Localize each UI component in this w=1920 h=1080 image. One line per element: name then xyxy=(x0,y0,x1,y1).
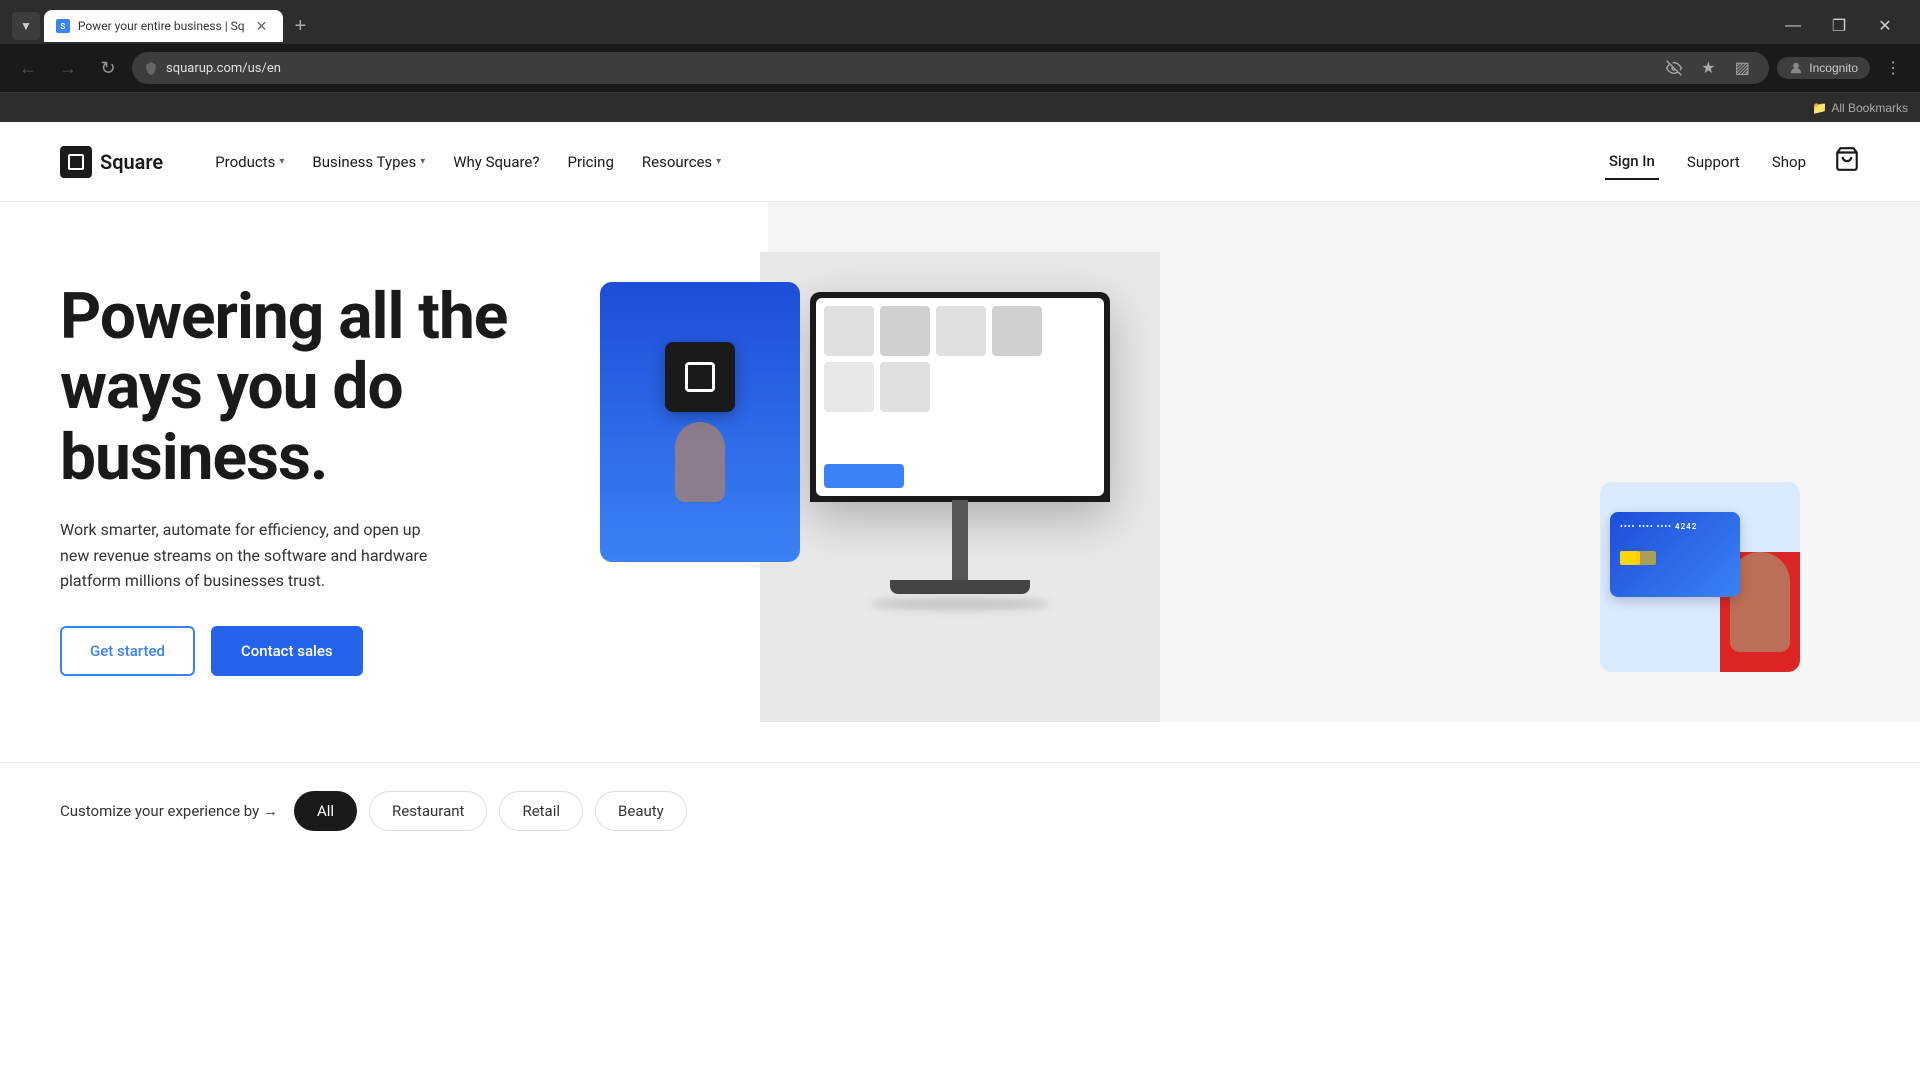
bookmarks-bar: 📁 All Bookmarks xyxy=(0,92,1920,122)
square-reader-device xyxy=(665,342,735,412)
logo[interactable]: Square xyxy=(60,146,163,178)
filter-chip-restaurant[interactable]: Restaurant xyxy=(369,791,487,831)
nav-right: Sign In Support Shop xyxy=(1605,144,1860,180)
nav-item-business-types[interactable]: Business Types ▾ xyxy=(300,145,437,179)
logo-icon xyxy=(60,146,92,178)
browser-chrome: ▼ S Power your entire business | Sq ✕ + … xyxy=(0,0,1920,122)
logo-text: Square xyxy=(100,150,163,174)
filter-bar: Customize your experience by → All Resta… xyxy=(0,762,1920,851)
website-content: Square Products ▾ Business Types ▾ Why S… xyxy=(0,122,1920,851)
cart-icon[interactable] xyxy=(1834,146,1860,178)
chevron-down-icon: ▾ xyxy=(420,156,425,167)
pos-screen xyxy=(810,292,1110,502)
tab-bar: ▼ S Power your entire business | Sq ✕ + … xyxy=(0,0,1920,44)
hero-images: •••• •••• •••• 4242 xyxy=(540,262,1860,722)
more-options-icon[interactable]: ⋮ xyxy=(1878,53,1908,83)
minimize-button[interactable]: — xyxy=(1770,10,1816,42)
window-controls: — ❐ ✕ xyxy=(1770,10,1908,42)
back-button[interactable]: ← xyxy=(12,52,44,84)
nav-item-pricing[interactable]: Pricing xyxy=(555,145,625,179)
star-icon[interactable]: ★ xyxy=(1693,53,1723,83)
contact-sales-button[interactable]: Contact sales xyxy=(211,626,363,676)
url-bar[interactable]: squarup.com/us/en ★ ▨ xyxy=(132,52,1769,84)
all-bookmarks-button[interactable]: 📁 All Bookmarks xyxy=(1812,101,1908,115)
address-bar-icons: ★ ▨ xyxy=(1659,53,1757,83)
filter-label: Customize your experience by → xyxy=(60,802,278,820)
close-button[interactable]: ✕ xyxy=(1862,10,1908,42)
hero-title: Powering all the ways you do business. xyxy=(60,282,540,493)
logo-icon-inner xyxy=(68,154,84,170)
forward-button[interactable]: → xyxy=(52,52,84,84)
tab-group-button[interactable]: ▼ xyxy=(12,12,40,40)
nav-items: Products ▾ Business Types ▾ Why Square? … xyxy=(203,145,1605,179)
filter-chip-retail[interactable]: Retail xyxy=(499,791,583,831)
nav-item-products[interactable]: Products ▾ xyxy=(203,145,296,179)
sign-in-link[interactable]: Sign In xyxy=(1605,144,1659,180)
hero-image-reader xyxy=(600,282,800,562)
hero-content: Powering all the ways you do business. W… xyxy=(60,262,540,722)
maximize-button[interactable]: ❐ xyxy=(1816,10,1862,42)
eye-off-icon[interactable] xyxy=(1659,53,1689,83)
shop-link[interactable]: Shop xyxy=(1768,145,1810,179)
get-started-button[interactable]: Get started xyxy=(60,626,195,676)
incognito-label: Incognito xyxy=(1809,61,1858,75)
filter-chip-beauty[interactable]: Beauty xyxy=(595,791,687,831)
chevron-down-icon: ▾ xyxy=(279,156,284,167)
incognito-button[interactable]: Incognito xyxy=(1777,57,1870,79)
sidebar-icon[interactable]: ▨ xyxy=(1727,53,1757,83)
hero-buttons: Get started Contact sales xyxy=(60,626,540,676)
browser-tab-active[interactable]: S Power your entire business | Sq ✕ xyxy=(44,10,283,42)
hero-image-card: •••• •••• •••• 4242 xyxy=(1600,482,1800,672)
filter-chip-all[interactable]: All xyxy=(294,791,357,831)
hero-section: Powering all the ways you do business. W… xyxy=(0,202,1920,722)
tab-close-button[interactable]: ✕ xyxy=(253,17,271,35)
tab-favicon: S xyxy=(56,19,70,33)
tab-title: Power your entire business | Sq xyxy=(78,19,245,33)
nav-item-why-square[interactable]: Why Square? xyxy=(441,145,551,179)
support-link[interactable]: Support xyxy=(1683,145,1744,179)
hero-image-pos xyxy=(760,252,1160,722)
secure-icon xyxy=(144,61,158,75)
reload-button[interactable]: ↻ xyxy=(92,52,124,84)
nav-item-resources[interactable]: Resources ▾ xyxy=(630,145,733,179)
site-navigation: Square Products ▾ Business Types ▾ Why S… xyxy=(0,122,1920,202)
address-bar: ← → ↻ squarup.com/us/en ★ ▨ Incognito ⋮ xyxy=(0,44,1920,92)
url-text: squarup.com/us/en xyxy=(166,61,281,76)
hero-subtitle: Work smarter, automate for efficiency, a… xyxy=(60,517,440,594)
new-tab-button[interactable]: + xyxy=(287,15,315,38)
chevron-down-icon: ▾ xyxy=(716,156,721,167)
